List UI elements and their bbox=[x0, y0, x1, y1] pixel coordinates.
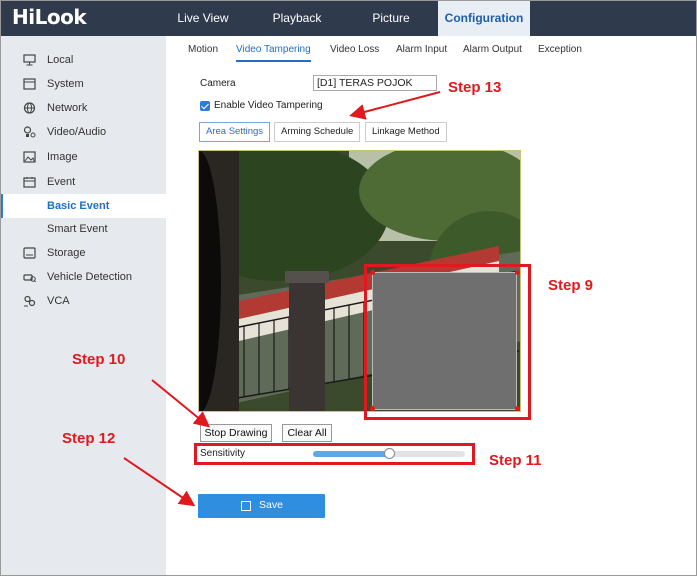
enable-video-tampering-checkbox[interactable] bbox=[200, 101, 210, 111]
nav-live-view[interactable]: Live View bbox=[168, 0, 238, 36]
main-content: Motion Video Tampering Video Loss Alarm … bbox=[166, 36, 697, 576]
sidebar-item-video-audio[interactable]: Video/Audio bbox=[0, 121, 166, 143]
sidebar-item-label: Event bbox=[47, 176, 76, 188]
hilook-logo: HiLook bbox=[12, 5, 87, 29]
sensitivity-slider-knob[interactable] bbox=[384, 448, 395, 459]
camera-mic-icon bbox=[23, 126, 36, 138]
camera-label: Camera bbox=[200, 78, 236, 89]
sidebar-item-image[interactable]: Image bbox=[0, 146, 166, 168]
sidebar-item-label: Image bbox=[47, 151, 78, 163]
sidebar-item-system[interactable]: System bbox=[0, 73, 166, 95]
mask-corner-handle[interactable] bbox=[515, 406, 520, 411]
mask-corner-handle[interactable] bbox=[370, 406, 375, 411]
top-navigation-bar: HiLook Live View Playback Picture Config… bbox=[0, 0, 697, 36]
tampering-area-mask[interactable] bbox=[372, 272, 517, 410]
tab-exception[interactable]: Exception bbox=[538, 44, 582, 62]
sidebar-item-vca[interactable]: VCA bbox=[0, 290, 166, 312]
tab-motion[interactable]: Motion bbox=[188, 44, 218, 62]
sidebar-item-network[interactable]: Network bbox=[0, 97, 166, 119]
image-icon bbox=[23, 151, 36, 163]
sensitivity-label: Sensitivity bbox=[200, 448, 246, 459]
mask-corner-handle[interactable] bbox=[370, 270, 375, 275]
sidebar-item-label: Storage bbox=[47, 247, 86, 259]
sidebar-item-label: Video/Audio bbox=[47, 126, 107, 138]
save-button[interactable]: Save bbox=[198, 494, 325, 518]
sidebar-item-basic-event[interactable]: Basic Event bbox=[0, 194, 166, 218]
tab-video-loss[interactable]: Video Loss bbox=[330, 44, 379, 62]
calendar-icon bbox=[23, 177, 36, 188]
sensitivity-slider[interactable] bbox=[313, 448, 465, 459]
sidebar-item-label: Smart Event bbox=[47, 223, 108, 235]
globe-icon bbox=[23, 102, 36, 114]
sidebar: Local System Network Video/Audio Image E… bbox=[0, 36, 166, 576]
monitor-icon bbox=[23, 54, 36, 66]
sidebar-item-label: Vehicle Detection bbox=[47, 271, 132, 283]
nav-playback[interactable]: Playback bbox=[262, 0, 332, 36]
tab-alarm-input[interactable]: Alarm Input bbox=[396, 44, 447, 62]
tab-arming-schedule[interactable]: Arming Schedule bbox=[274, 122, 361, 142]
save-label: Save bbox=[259, 499, 283, 511]
sidebar-item-storage[interactable]: Storage bbox=[0, 242, 166, 264]
mask-corner-handle[interactable] bbox=[515, 270, 520, 275]
tab-alarm-output[interactable]: Alarm Output bbox=[463, 44, 522, 62]
sidebar-item-label: Basic Event bbox=[47, 200, 110, 212]
enable-video-tampering-label: Enable Video Tampering bbox=[214, 100, 323, 111]
sidebar-item-vehicle-detection[interactable]: Vehicle Detection bbox=[0, 266, 166, 288]
save-icon bbox=[241, 501, 251, 511]
sensitivity-slider-fill bbox=[313, 451, 389, 457]
storage-icon bbox=[23, 247, 36, 259]
clear-all-button[interactable]: Clear All bbox=[282, 424, 332, 442]
nav-configuration[interactable]: Configuration bbox=[438, 0, 530, 36]
sidebar-item-label: VCA bbox=[47, 295, 70, 307]
vehicle-search-icon bbox=[23, 274, 36, 283]
tab-video-tampering[interactable]: Video Tampering bbox=[236, 44, 311, 62]
stop-drawing-button[interactable]: Stop Drawing bbox=[200, 424, 272, 442]
tab-area-settings[interactable]: Area Settings bbox=[199, 122, 271, 142]
camera-select[interactable]: [D1] TERAS POJOK bbox=[313, 75, 437, 91]
sidebar-item-label: Local bbox=[47, 54, 74, 66]
sidebar-item-local[interactable]: Local bbox=[0, 49, 166, 71]
sidebar-item-label: Network bbox=[47, 102, 88, 114]
sidebar-item-event[interactable]: Event bbox=[0, 171, 166, 193]
system-window-icon bbox=[23, 78, 36, 90]
sidebar-item-label: System bbox=[47, 78, 84, 90]
nav-picture[interactable]: Picture bbox=[356, 0, 426, 36]
sidebar-item-smart-event[interactable]: Smart Event bbox=[0, 218, 166, 240]
vca-icon bbox=[24, 295, 36, 307]
tab-linkage-method[interactable]: Linkage Method bbox=[365, 122, 447, 142]
